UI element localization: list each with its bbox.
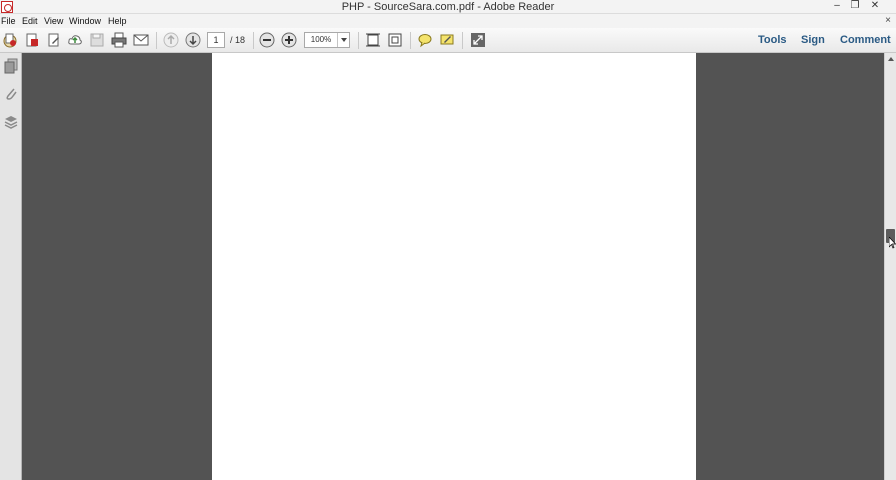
print-icon[interactable] (110, 31, 128, 49)
open-pdf-icon[interactable] (23, 31, 41, 49)
attachments-icon[interactable] (2, 85, 20, 103)
fit-page-icon[interactable] (386, 31, 404, 49)
previous-page-icon[interactable] (162, 31, 180, 49)
menu-bar: File Edit View Window Help × (0, 14, 896, 28)
full-screen-icon[interactable] (469, 31, 487, 49)
window-title: PHP - SourceSara.com.pdf - Adobe Reader (341, 1, 555, 13)
menu-file[interactable]: File (1, 14, 16, 28)
zoom-value: 100% (310, 35, 332, 44)
highlight-icon[interactable] (438, 31, 456, 49)
menu-window[interactable]: Window (69, 14, 101, 28)
vertical-scrollbar[interactable] (884, 53, 896, 480)
minimize-button[interactable]: – (828, 0, 846, 14)
restore-button[interactable]: ❐ (846, 0, 864, 14)
layers-icon[interactable] (2, 113, 20, 131)
mouse-cursor-icon (889, 237, 896, 249)
toolbar-separator (156, 32, 157, 49)
document-pane[interactable] (23, 53, 884, 480)
menu-help[interactable]: Help (108, 14, 127, 28)
next-page-icon[interactable] (184, 31, 202, 49)
fit-width-icon[interactable] (364, 31, 382, 49)
page-number-input[interactable]: 1 (207, 32, 225, 48)
scroll-up-icon[interactable] (885, 53, 896, 64)
cloud-upload-icon[interactable] (66, 31, 84, 49)
pdf-page[interactable] (212, 53, 696, 480)
zoom-in-icon[interactable] (280, 31, 298, 49)
toolbar: 1 / 18 100% Tools Sign Comment (0, 28, 896, 53)
toolbar-separator (462, 32, 463, 49)
title-bar: PHP - SourceSara.com.pdf - Adobe Reader … (0, 0, 896, 14)
comment-link[interactable]: Comment (840, 33, 891, 48)
close-button[interactable]: ✕ (866, 0, 884, 14)
menu-edit[interactable]: Edit (22, 14, 38, 28)
email-icon[interactable] (132, 31, 150, 49)
page-total-label: / 18 (230, 35, 246, 45)
chevron-down-icon[interactable] (337, 33, 349, 47)
tools-link[interactable]: Tools (758, 33, 787, 48)
create-pdf-icon[interactable] (1, 31, 19, 49)
zoom-out-icon[interactable] (258, 31, 276, 49)
navigation-pane (0, 53, 22, 480)
save-icon[interactable] (88, 31, 106, 49)
menu-view[interactable]: View (44, 14, 63, 28)
toolbar-separator (358, 32, 359, 49)
close-document-button[interactable]: × (882, 14, 894, 28)
page-thumbnails-icon[interactable] (2, 57, 20, 75)
sticky-note-icon[interactable] (416, 31, 434, 49)
toolbar-separator (410, 32, 411, 49)
zoom-select[interactable]: 100% (304, 32, 350, 48)
sign-link[interactable]: Sign (801, 33, 825, 48)
toolbar-separator (253, 32, 254, 49)
edit-pdf-icon[interactable] (45, 31, 63, 49)
